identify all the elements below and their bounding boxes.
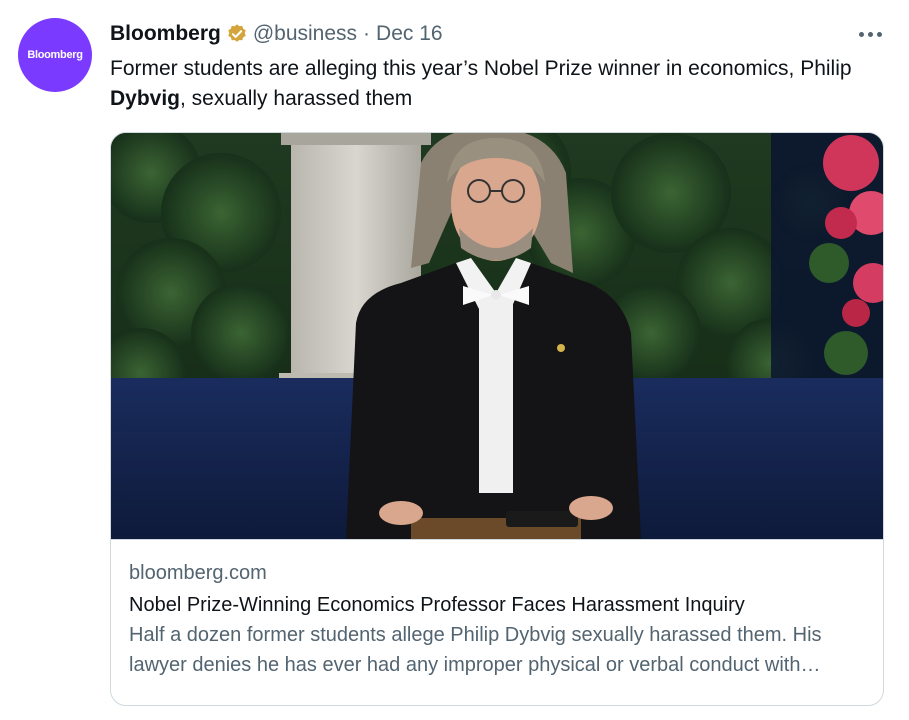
more-dot	[858, 31, 864, 37]
tweet-text-part: , sexually harassed them	[180, 87, 413, 110]
tweet[interactable]: Bloomberg Bloomberg @business · Dec 16 F…	[0, 0, 909, 720]
card-meta[interactable]: bloomberg.com Nobel Prize-Winning Econom…	[111, 539, 883, 680]
avatar-text: Bloomberg	[27, 49, 83, 61]
link-card[interactable]: bloomberg.com Nobel Prize-Winning Econom…	[110, 132, 884, 706]
more-options-icon[interactable]	[853, 20, 887, 48]
card-title: Nobel Prize-Winning Economics Professor …	[129, 594, 745, 616]
verified-badge-icon	[226, 23, 248, 45]
display-name[interactable]: Bloomberg	[110, 20, 221, 48]
card-description: Half a dozen former students allege Phil…	[129, 624, 822, 676]
avatar[interactable]: Bloomberg	[18, 18, 92, 92]
tweet-text-bold: Dybvig	[110, 87, 181, 110]
tweet-header: Bloomberg @business · Dec 16	[110, 20, 443, 48]
card-image[interactable]	[111, 133, 883, 539]
separator-dot: ·	[363, 22, 371, 45]
card-domain: bloomberg.com	[129, 562, 267, 584]
tweet-text-part: Former students are alleging this year’s…	[110, 57, 852, 80]
tweet-text: Former students are alleging this year’s…	[110, 54, 880, 114]
more-dot	[876, 31, 882, 37]
user-handle[interactable]: @business	[253, 20, 357, 48]
tweet-date[interactable]: Dec 16	[376, 20, 443, 48]
more-dot	[867, 31, 873, 37]
